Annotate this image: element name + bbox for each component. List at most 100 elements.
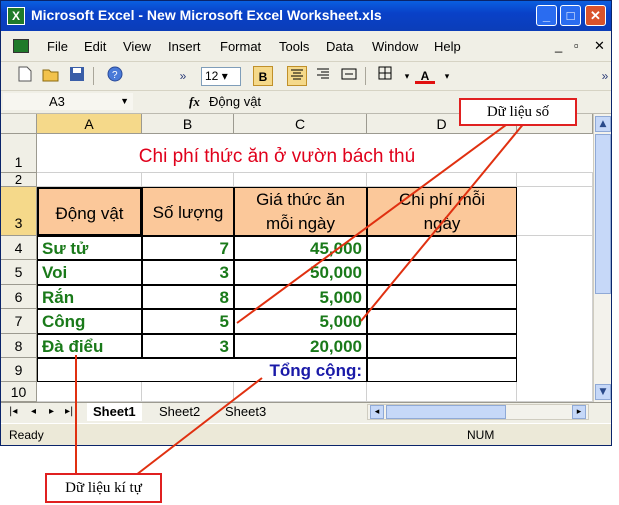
header-animal[interactable]: Động vật bbox=[37, 187, 142, 236]
cell-animal[interactable]: Công bbox=[37, 309, 142, 334]
cell-cost[interactable] bbox=[367, 309, 517, 334]
merge-center-icon[interactable] bbox=[339, 66, 359, 86]
cell-cost[interactable] bbox=[367, 334, 517, 358]
cell-c2[interactable] bbox=[234, 173, 367, 187]
menu-insert[interactable]: Insert bbox=[168, 39, 201, 54]
cell-price[interactable]: 45,000 bbox=[234, 236, 367, 260]
toolbar-options-icon[interactable]: » bbox=[173, 66, 193, 86]
formula-input[interactable]: Động vật bbox=[209, 94, 261, 109]
tab-sheet1[interactable]: Sheet1 bbox=[87, 403, 142, 421]
first-sheet-icon[interactable]: |◂ bbox=[9, 406, 17, 417]
cell-quantity[interactable]: 3 bbox=[142, 260, 234, 285]
menu-edit[interactable]: Edit bbox=[84, 39, 106, 54]
col-header-c[interactable]: C bbox=[234, 114, 367, 134]
cell-e3[interactable] bbox=[517, 187, 593, 236]
maximize-button[interactable]: □ bbox=[560, 5, 581, 26]
select-all-corner[interactable] bbox=[1, 114, 37, 134]
row-header-2[interactable]: 2 bbox=[1, 173, 37, 187]
cell-a10[interactable] bbox=[37, 382, 142, 402]
col-header-b[interactable]: B bbox=[142, 114, 234, 134]
column-e-cells[interactable] bbox=[517, 236, 593, 402]
row-header-3[interactable]: 3 bbox=[1, 187, 37, 236]
scroll-thumb[interactable] bbox=[595, 134, 611, 294]
insert-function-icon[interactable]: fx bbox=[189, 94, 200, 110]
row-header-1[interactable]: 1 bbox=[1, 134, 37, 173]
cell-price[interactable]: 5,000 bbox=[234, 285, 367, 309]
open-icon[interactable] bbox=[41, 66, 61, 86]
row-header-5[interactable]: 5 bbox=[1, 260, 37, 285]
row-header-6[interactable]: 6 bbox=[1, 285, 37, 309]
cell-animal[interactable]: Voi bbox=[37, 260, 142, 285]
name-box[interactable]: A3 ▼ bbox=[3, 93, 133, 110]
menu-file[interactable]: File bbox=[47, 39, 68, 54]
cell-quantity[interactable]: 5 bbox=[142, 309, 234, 334]
menu-format[interactable]: Format bbox=[220, 39, 261, 54]
cell-quantity[interactable]: 8 bbox=[142, 285, 234, 309]
cell-cost[interactable] bbox=[367, 236, 517, 260]
font-size-select[interactable]: 12 ▾ bbox=[201, 67, 241, 86]
row-header-9[interactable]: 9 bbox=[1, 358, 37, 382]
cell-d10[interactable] bbox=[367, 382, 517, 402]
scroll-left-icon[interactable]: ◂ bbox=[370, 405, 384, 419]
toolbar-options-icon[interactable]: » bbox=[595, 66, 611, 86]
scroll-down-icon[interactable]: ▼ bbox=[595, 384, 611, 400]
header-price[interactable]: Giá thức ăn mỗi ngày bbox=[234, 187, 367, 236]
cell-price[interactable]: 50,000 bbox=[234, 260, 367, 285]
tab-sheet3[interactable]: Sheet3 bbox=[221, 403, 270, 421]
cell-cost[interactable] bbox=[367, 260, 517, 285]
font-color-button[interactable]: A bbox=[415, 66, 435, 84]
menu-tools[interactable]: Tools bbox=[279, 39, 309, 54]
total-label[interactable]: Tổng cộng: bbox=[37, 358, 367, 382]
row-header-8[interactable]: 8 bbox=[1, 334, 37, 358]
cell-price[interactable]: 5,000 bbox=[234, 309, 367, 334]
doc-minimize-button[interactable]: _ bbox=[555, 38, 562, 53]
borders-dropdown-icon[interactable]: ▾ bbox=[397, 66, 417, 86]
help-icon[interactable]: ? bbox=[105, 66, 125, 86]
scroll-right-icon[interactable]: ▸ bbox=[572, 405, 586, 419]
menu-help[interactable]: Help bbox=[434, 39, 461, 54]
align-right-icon[interactable] bbox=[313, 66, 333, 86]
scroll-up-icon[interactable]: ▲ bbox=[595, 116, 611, 132]
cell-b10[interactable] bbox=[142, 382, 234, 402]
cell-quantity[interactable]: 7 bbox=[142, 236, 234, 260]
total-value-cell[interactable] bbox=[367, 358, 517, 382]
vertical-scrollbar[interactable]: ▲ ▼ bbox=[593, 114, 611, 402]
save-icon[interactable] bbox=[67, 66, 87, 86]
name-box-dropdown-icon[interactable]: ▼ bbox=[120, 93, 129, 110]
menu-view[interactable]: View bbox=[123, 39, 151, 54]
cell-price[interactable]: 20,000 bbox=[234, 334, 367, 358]
header-quantity[interactable]: Số lượng bbox=[142, 187, 234, 236]
header-cost[interactable]: Chi phí mỗi ngày bbox=[367, 187, 517, 236]
cell-quantity[interactable]: 3 bbox=[142, 334, 234, 358]
title-bar[interactable]: X Microsoft Excel - New Microsoft Excel … bbox=[1, 1, 611, 31]
cell-animal[interactable]: Rắn bbox=[37, 285, 142, 309]
close-button[interactable]: ✕ bbox=[585, 5, 606, 26]
horizontal-scrollbar[interactable]: ◂ ▸ bbox=[367, 404, 589, 420]
tab-sheet2[interactable]: Sheet2 bbox=[155, 403, 204, 421]
doc-restore-button[interactable]: ▫ bbox=[574, 38, 579, 53]
cell-animal[interactable]: Sư tử bbox=[37, 236, 142, 260]
menu-window[interactable]: Window bbox=[372, 39, 418, 54]
sheet-title[interactable]: Chi phí thức ăn ở vườn bách thú bbox=[37, 134, 517, 173]
hscroll-thumb[interactable] bbox=[386, 405, 506, 419]
menu-data[interactable]: Data bbox=[326, 39, 353, 54]
cell-c10[interactable] bbox=[234, 382, 367, 402]
borders-icon[interactable] bbox=[375, 66, 395, 86]
col-header-a[interactable]: A bbox=[37, 114, 142, 134]
align-center-icon[interactable] bbox=[287, 66, 307, 86]
cell-b2[interactable] bbox=[142, 173, 234, 187]
font-color-dropdown-icon[interactable]: ▾ bbox=[437, 66, 457, 86]
minimize-button[interactable]: _ bbox=[536, 5, 557, 26]
cell-e2[interactable] bbox=[517, 173, 593, 187]
last-sheet-icon[interactable]: ▸| bbox=[65, 406, 73, 417]
cell-animal[interactable]: Đà điểu bbox=[37, 334, 142, 358]
cell-cost[interactable] bbox=[367, 285, 517, 309]
next-sheet-icon[interactable]: ▸ bbox=[49, 406, 54, 417]
doc-close-button[interactable]: ✕ bbox=[594, 38, 605, 54]
cell-d2[interactable] bbox=[367, 173, 517, 187]
row-header-10[interactable]: 10 bbox=[1, 382, 37, 402]
workbook-icon[interactable] bbox=[13, 39, 29, 53]
cell-a2[interactable] bbox=[37, 173, 142, 187]
bold-button[interactable]: B bbox=[253, 66, 273, 86]
row-header-4[interactable]: 4 bbox=[1, 236, 37, 260]
